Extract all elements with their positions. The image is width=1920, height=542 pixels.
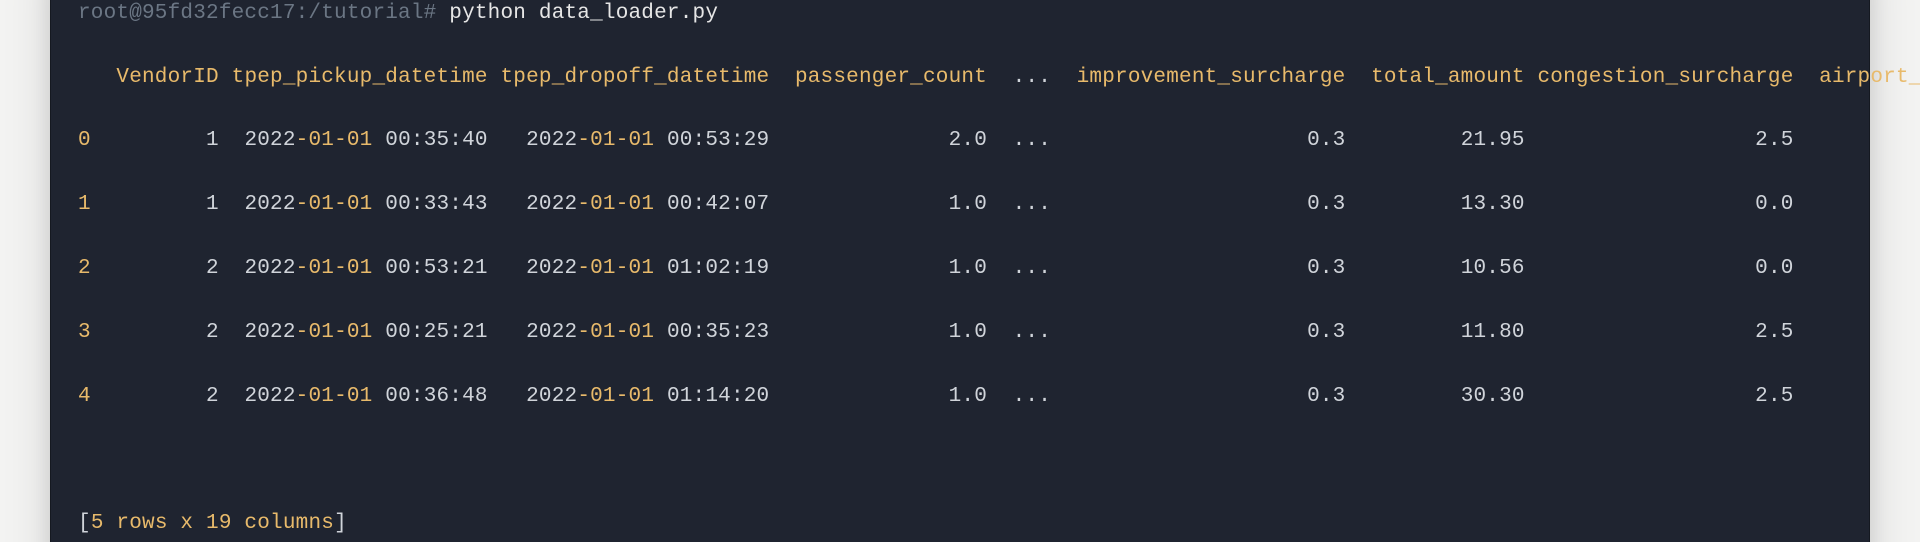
table-row: 3 2 2022-01-01 00:25:21 2022-01-01 00:35… — [78, 317, 1842, 349]
table-row: 2 2 2022-01-01 00:53:21 2022-01-01 01:02… — [78, 253, 1842, 285]
command-text: python data_loader.py — [449, 2, 718, 25]
table-row: 0 1 2022-01-01 00:35:40 2022-01-01 00:53… — [78, 125, 1842, 157]
shell-prompt: root@95fd32fecc17:/tutorial# — [78, 2, 436, 25]
table-row: 1 1 2022-01-01 00:33:43 2022-01-01 00:42… — [78, 189, 1842, 221]
table-row: 4 2 2022-01-01 00:36:48 2022-01-01 01:14… — [78, 381, 1842, 413]
blank-line — [78, 444, 1842, 476]
terminal-window[interactable]: root@95fd32fecc17:/tutorial# python data… — [50, 0, 1870, 542]
summary-line: [5 rows x 19 columns] — [78, 508, 1842, 540]
table-header: VendorID tpep_pickup_datetime tpep_dropo… — [78, 62, 1842, 94]
prompt-line: root@95fd32fecc17:/tutorial# python data… — [78, 0, 1842, 30]
